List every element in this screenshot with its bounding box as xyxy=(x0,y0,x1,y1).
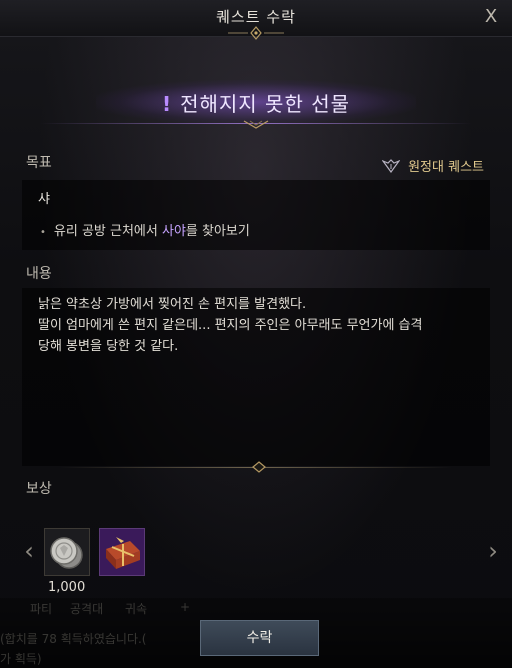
reward-next-arrow[interactable]: › xyxy=(484,536,502,566)
banner-ornament-icon xyxy=(243,120,269,129)
divider-ornament-icon xyxy=(252,461,266,473)
chat-line: 가 획득) xyxy=(0,652,42,666)
gift-box-icon xyxy=(100,529,144,575)
objective-text-before: 유리 공방 근처에서 xyxy=(53,224,162,239)
reward-slot[interactable] xyxy=(99,528,145,576)
chat-tab: + xyxy=(180,600,191,614)
content-panel: 낡은 약초상 가방에서 찢어진 손 편지를 발견했다. 딸이 엄마에게 쓴 편지… xyxy=(22,288,490,466)
reward-quantity: 1,000 xyxy=(48,580,86,595)
reward-section-label: 보상 xyxy=(26,481,52,497)
chat-tab: 파티 xyxy=(30,602,53,616)
title-ornament-icon xyxy=(228,26,284,40)
window-title: 퀘스트 수락 xyxy=(216,8,296,26)
content-line: 당해 봉변을 당한 것 같다. xyxy=(38,339,179,354)
expedition-quest-tag: 원정대 퀘스트 xyxy=(382,156,484,175)
objective-highlight: 사야 xyxy=(161,224,186,239)
chat-tab: 공격대 xyxy=(70,602,104,616)
bullet-icon: • xyxy=(40,227,46,238)
title-bar[interactable]: 퀘스트 수락 X xyxy=(0,0,512,40)
objective-text-after: 를 찾아보기 xyxy=(185,224,250,239)
chat-line: (합치를 78 획득하였습니다.( xyxy=(0,632,147,646)
quest-name: 전해지지 못한 선물 xyxy=(180,92,351,116)
chat-tab: 귀속 xyxy=(125,602,148,616)
quest-exclamation-icon: ! xyxy=(161,92,173,116)
content-line: 딸이 엄마에게 쓴 편지 같은데... 편지의 주인은 아무래도 무언가에 습격 xyxy=(38,318,423,333)
goal-objective: • 유리 공방 근처에서 사야를 찾아보기 xyxy=(40,220,250,239)
goal-panel: 샤 • 유리 공방 근처에서 사야를 찾아보기 xyxy=(22,180,490,250)
silver-coin-icon xyxy=(45,529,89,575)
goal-target-title: 샤 xyxy=(38,192,50,207)
expedition-emblem-icon xyxy=(382,159,401,173)
reward-prev-arrow[interactable]: ‹ xyxy=(20,536,38,566)
quest-title: ! 전해지지 못한 선물 xyxy=(0,88,512,117)
quest-title-banner: ! 전해지지 못한 선물 xyxy=(0,72,512,129)
close-button[interactable]: X xyxy=(480,6,502,28)
quest-accept-window: 퀘스트 수락 X ! 전해지지 못한 선물 목표 원정대 퀘스트 샤 • 유리 공방… xyxy=(0,0,512,668)
accept-button[interactable]: 수락 xyxy=(200,620,319,656)
expedition-quest-label: 원정대 퀘스트 xyxy=(408,160,484,175)
content-line: 낡은 약초상 가방에서 찢어진 손 편지를 발견했다. xyxy=(38,297,307,312)
content-section-label: 내용 xyxy=(26,266,52,282)
reward-slot[interactable] xyxy=(44,528,90,576)
goal-section-label: 목표 xyxy=(26,155,52,171)
content-text: 낡은 약초상 가방에서 찢어진 손 편지를 발견했다. 딸이 엄마에게 쓴 편지… xyxy=(38,294,478,357)
